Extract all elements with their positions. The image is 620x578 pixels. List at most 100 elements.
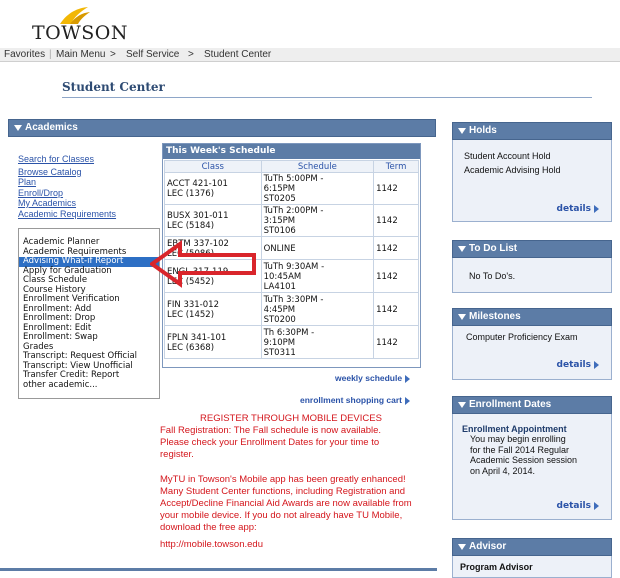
schedule-time: ONLINE xyxy=(263,243,296,254)
schedule-row: ACCT 421-101 LEC (1376) TuTh 5:00PM -6:15P… xyxy=(164,172,419,205)
breadcrumb-nav: Favorites | Main Menu > Self Service > S… xyxy=(0,48,620,62)
nav-main-menu[interactable]: Main Menu xyxy=(56,49,105,60)
milestones-header[interactable]: Milestones xyxy=(452,308,612,326)
weekly-schedule-link-text[interactable]: weekly schedule xyxy=(335,373,402,383)
nav-divider: | xyxy=(49,49,52,60)
schedule-room: ST0106 xyxy=(263,226,296,236)
schedule-cell: TuTh 3:30PM -4:45PM ST0200 xyxy=(260,292,375,326)
nav-separator: > xyxy=(110,49,116,60)
collapse-triangle-icon[interactable] xyxy=(458,314,466,320)
schedule-time-end: 4:45PM xyxy=(263,304,296,315)
hold-item: Student Account Hold xyxy=(464,151,551,161)
schedule-room: ST0205 xyxy=(263,194,296,204)
milestone-item: Computer Proficiency Exam xyxy=(466,332,578,342)
dropdown-option[interactable]: other academic... xyxy=(19,380,159,391)
class-cell: FIN 331-012 LEC (1452) xyxy=(164,292,262,326)
collapse-triangle-icon[interactable] xyxy=(458,544,466,550)
nav-favorites[interactable]: Favorites xyxy=(4,49,45,60)
todo-header[interactable]: To Do List xyxy=(452,240,612,258)
enrollment-dates-panel: Enrollment Dates Enrollment Appointment … xyxy=(452,396,612,520)
schedule-cell: TuTh 9:30AM -10:45AM LA4101 xyxy=(260,259,375,293)
schedule-time: Th 6:30PM - xyxy=(263,327,315,338)
link-browse-catalog[interactable]: Browse Catalog xyxy=(18,167,116,178)
class-component: LEC (6368) xyxy=(167,342,215,353)
schedule-row: FIN 331-012 LEC (1452) TuTh 3:30PM -4:45PM… xyxy=(164,292,419,326)
collapse-triangle-icon[interactable] xyxy=(458,402,466,408)
enrollment-line: You may begin enrolling xyxy=(470,434,566,444)
shopping-cart-link-text[interactable]: enrollment shopping cart xyxy=(300,395,402,405)
shopping-cart-link[interactable]: enrollment shopping cart xyxy=(300,395,411,405)
schedule-time: TuTh 9:30AM - xyxy=(263,261,325,272)
schedule-room: ST0311 xyxy=(263,347,296,358)
holds-title: Holds xyxy=(469,125,497,136)
enrollment-dates-details-link[interactable]: details xyxy=(557,501,599,511)
col-header-class[interactable]: Class xyxy=(164,160,262,173)
notice-line: Accept/Decline Financial Aid Awards are … xyxy=(160,498,412,509)
advisor-title: Advisor xyxy=(469,541,507,552)
hold-item: Academic Advising Hold xyxy=(464,165,561,175)
term-cell: 1142 xyxy=(373,325,419,359)
link-academic-requirements[interactable]: Academic Requirements xyxy=(18,209,116,220)
class-component: LEC (5184) xyxy=(167,221,215,231)
class-section-link[interactable]: BUSX 301-011 xyxy=(167,211,260,221)
holds-details-link[interactable]: details xyxy=(557,204,599,214)
link-search-for-classes[interactable]: Search for Classes xyxy=(18,154,116,165)
page-title: Student Center xyxy=(62,80,165,94)
notice-url-link[interactable]: http://mobile.towson.edu xyxy=(160,539,263,551)
academics-links: Search for Classes Browse Catalog Plan E… xyxy=(18,154,116,219)
schedule-cell: TuTh 5:00PM -6:15PM ST0205 xyxy=(260,172,375,205)
academics-title: Academics xyxy=(25,122,78,133)
enrollment-dates-header[interactable]: Enrollment Dates xyxy=(452,396,612,414)
class-component: LEC (1452) xyxy=(167,309,215,320)
nav-self-service[interactable]: Self Service xyxy=(126,49,179,60)
nav-student-center[interactable]: Student Center xyxy=(204,49,271,60)
term-cell: 1142 xyxy=(373,292,419,326)
class-cell: BUSX 301-011 LEC (5184) xyxy=(164,204,262,237)
milestones-details-link[interactable]: details xyxy=(557,360,599,370)
academics-section-header[interactable]: Academics xyxy=(8,119,436,137)
schedule-cell: TuTh 2:00PM -3:15PM ST0106 xyxy=(260,204,375,237)
class-section-link[interactable]: ACCT 421-101 xyxy=(167,179,260,189)
class-section-link[interactable]: FPLN 341-101 xyxy=(167,333,260,343)
advisor-header[interactable]: Advisor xyxy=(452,538,612,556)
weekly-schedule-link[interactable]: weekly schedule xyxy=(335,373,411,383)
link-my-academics[interactable]: My Academics xyxy=(18,198,116,209)
arrow-right-icon xyxy=(594,360,599,369)
red-annotation-arrow-icon xyxy=(150,240,256,288)
schedule-room: ST0200 xyxy=(263,314,296,325)
collapse-triangle-icon[interactable] xyxy=(458,128,466,134)
col-header-schedule[interactable]: Schedule xyxy=(260,160,375,173)
term-cell: 1142 xyxy=(373,172,419,205)
collapse-triangle-icon[interactable] xyxy=(14,125,22,131)
schedule-time: TuTh 3:30PM - xyxy=(263,294,324,305)
class-cell: ACCT 421-101 LEC (1376) xyxy=(164,172,262,205)
col-header-term[interactable]: Term xyxy=(373,160,419,173)
schedule-cell: Th 6:30PM -9:10PM ST0311 xyxy=(260,325,375,359)
link-enroll-drop[interactable]: Enroll/Drop xyxy=(18,188,116,199)
term-cell: 1142 xyxy=(373,259,419,293)
notice-line: download the free app: xyxy=(160,522,257,533)
schedule-row: BUSX 301-011 LEC (5184) TuTh 2:00PM -3:15P… xyxy=(164,204,419,237)
schedule-cell: ONLINE xyxy=(260,236,375,260)
advisor-panel: Advisor Program Advisor xyxy=(452,538,612,578)
nav-separator: > xyxy=(188,49,194,60)
notice-line: Many Student Center functions, including… xyxy=(160,486,406,497)
schedule-time-end: 6:15PM xyxy=(263,184,296,194)
title-divider xyxy=(62,97,592,98)
arrow-right-icon xyxy=(594,204,599,213)
class-section-link[interactable]: FIN 331-012 xyxy=(167,300,260,310)
holds-header[interactable]: Holds xyxy=(452,122,612,140)
enrollment-line: on April 4, 2014. xyxy=(470,465,536,476)
arrow-right-icon xyxy=(594,501,599,510)
term-cell: 1142 xyxy=(373,236,419,260)
program-advisor-label: Program Advisor xyxy=(460,562,533,572)
link-plan[interactable]: Plan xyxy=(18,177,116,188)
notice-line: MyTU in Towson's Mobile app has been gre… xyxy=(160,474,406,485)
towson-logo[interactable]: TOWSON xyxy=(30,6,128,44)
collapse-triangle-icon[interactable] xyxy=(458,246,466,252)
schedule-time-end: 9:10PM xyxy=(263,337,296,348)
milestones-title: Milestones xyxy=(469,311,521,322)
enrollment-line: for the Fall 2014 Regular xyxy=(470,444,570,455)
other-academic-dropdown-list[interactable]: Academic Planner Academic Requirements Adv… xyxy=(18,228,160,399)
schedule-row: FPLN 341-101 LEC (6368) Th 6:30PM -9:10PM S… xyxy=(164,325,419,359)
